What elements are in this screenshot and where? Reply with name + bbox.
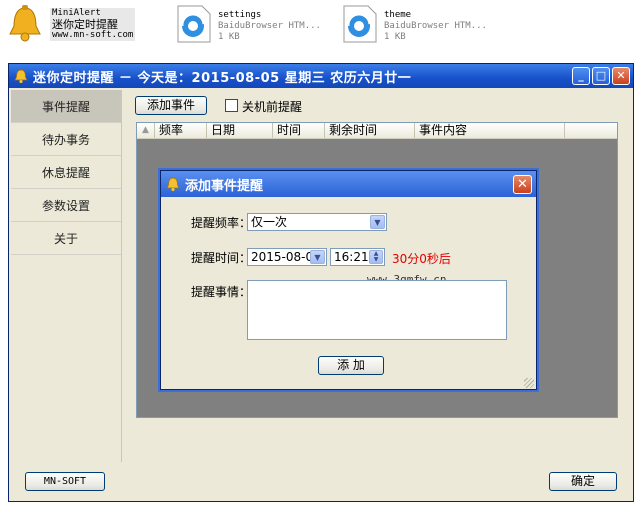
add-event-dialog: 添加事件提醒 ✕ 提醒频率： 仅一次 ▼ 提醒时间： 2015-08-05 ▼ … <box>160 170 537 390</box>
file-name: theme <box>384 10 412 20</box>
dialog-title: 添加事件提醒 <box>185 178 264 194</box>
bell-icon <box>14 69 28 84</box>
mn-soft-button[interactable]: MN-SOFT <box>25 472 105 491</box>
column-remaining[interactable]: 剩余时间 <box>325 123 415 138</box>
content-textarea[interactable] <box>247 280 507 340</box>
sidebar: 事件提醒 待办事务 休息提醒 参数设置 关于 <box>11 90 122 462</box>
minimize-button[interactable]: _ <box>572 67 590 85</box>
column-content[interactable]: 事件内容 <box>415 123 565 138</box>
desktop-file-minialert[interactable]: MiniAlert 迷你定时提醒 www.mn-soft.com <box>0 0 150 52</box>
file-size: 1 KB <box>384 32 406 42</box>
bell-icon <box>166 177 180 192</box>
frequency-label: 提醒频率： <box>191 216 252 230</box>
chevron-down-icon[interactable]: ▼ <box>310 250 325 264</box>
sidebar-item-event-reminder[interactable]: 事件提醒 <box>11 90 121 123</box>
maximize-button[interactable]: □ <box>592 67 610 85</box>
dialog-titlebar[interactable]: 添加事件提醒 ✕ <box>161 171 536 197</box>
dialog-body: 提醒频率： 仅一次 ▼ 提醒时间： 2015-08-05 ▼ 16:21 ▲ ▼ … <box>161 197 536 390</box>
sort-arrow-column: ▲ <box>137 123 155 138</box>
column-frequency[interactable]: 频率 <box>155 123 207 138</box>
sidebar-item-todo[interactable]: 待办事务 <box>11 123 121 156</box>
add-event-button[interactable]: 添加事件 <box>135 96 207 115</box>
list-header: ▲ 频率 日期 时间 剩余时间 事件内容 <box>137 123 617 139</box>
resize-grip-icon[interactable] <box>524 378 534 388</box>
time-label: 提醒时间： <box>191 251 252 265</box>
time-stepper[interactable]: 16:21 ▲ ▼ <box>330 248 385 266</box>
file-type: BaiduBrowser HTM... <box>218 21 321 31</box>
file-url: www.mn-soft.com <box>52 30 134 40</box>
file-type: BaiduBrowser HTM... <box>384 21 487 31</box>
window-title: 迷你定时提醒 － 今天是：2015-08-05 星期三 农历六月廿一 <box>33 70 412 86</box>
file-name: settings <box>218 10 262 20</box>
column-date[interactable]: 日期 <box>207 123 273 138</box>
sidebar-item-settings[interactable]: 参数设置 <box>11 189 121 222</box>
window-titlebar[interactable]: 迷你定时提醒 － 今天是：2015-08-05 星期三 农历六月廿一 _ □ ✕ <box>9 64 633 88</box>
content-label: 提醒事情： <box>191 285 252 299</box>
dialog-add-button[interactable]: 添 加 <box>318 356 384 375</box>
file-subtitle: 迷你定时提醒 <box>52 18 118 31</box>
frequency-value: 仅一次 <box>251 215 288 229</box>
chevron-down-icon[interactable]: ▼ <box>370 215 385 229</box>
frequency-select[interactable]: 仅一次 ▼ <box>247 213 387 231</box>
bell-icon <box>9 5 41 42</box>
desktop-file-settings[interactable]: settings BaiduBrowser HTM... 1 KB <box>170 0 330 52</box>
ok-button[interactable]: 确定 <box>549 472 617 491</box>
sidebar-item-rest-reminder[interactable]: 休息提醒 <box>11 156 121 189</box>
column-time[interactable]: 时间 <box>273 123 325 138</box>
date-picker[interactable]: 2015-08-05 ▼ <box>247 248 327 266</box>
shutdown-remind-checkbox[interactable] <box>225 99 238 112</box>
baidu-browser-icon <box>177 5 211 43</box>
time-value: 16:21 <box>334 250 369 264</box>
spin-updown-icon[interactable]: ▲ ▼ <box>369 250 383 264</box>
dialog-close-button[interactable]: ✕ <box>513 175 532 194</box>
shutdown-remind-label: 关机前提醒 <box>242 100 303 114</box>
countdown-text: 30分0秒后 <box>392 252 451 266</box>
desktop-file-theme[interactable]: theme BaiduBrowser HTM... 1 KB <box>336 0 496 52</box>
file-size: 1 KB <box>218 32 240 42</box>
baidu-browser-icon <box>343 5 377 43</box>
close-button[interactable]: ✕ <box>612 67 630 85</box>
sidebar-item-about[interactable]: 关于 <box>11 222 121 255</box>
